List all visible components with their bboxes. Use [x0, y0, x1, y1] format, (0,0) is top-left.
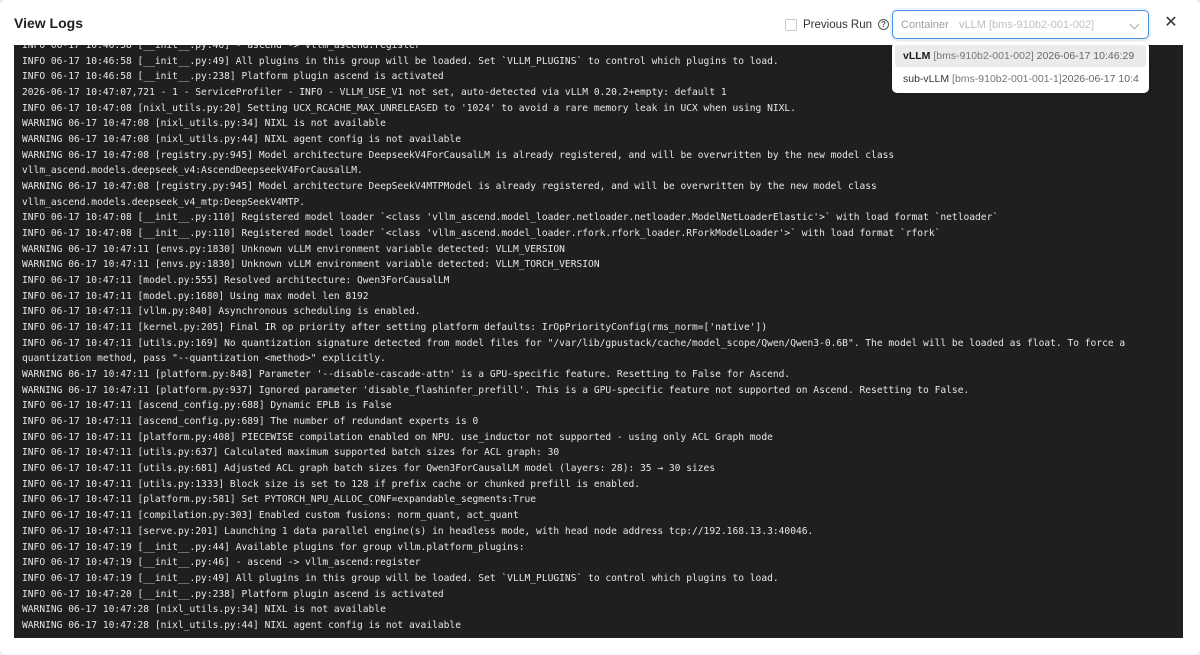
log-line: WARNING 06-17 10:47:08 [nixl_utils.py:44… — [22, 134, 461, 146]
option-pod: [bms-910b2-001-001-1] — [952, 73, 1062, 85]
close-icon[interactable]: ✕ — [1163, 15, 1179, 31]
log-line: INFO 06-17 10:47:19 [__init__.py:49] All… — [22, 572, 779, 584]
container-select-value: vLLM [bms-910b2-001-002] — [959, 19, 1094, 31]
log-line: quantization method, pass "--quantizatio… — [22, 353, 386, 365]
log-line: INFO 06-17 10:47:11 [ascend_config.py:68… — [22, 400, 392, 412]
log-line: WARNING 06-17 10:47:28 [nixl_utils.py:34… — [22, 604, 386, 616]
view-logs-dialog: View Logs Previous Run ? Container vLLM … — [0, 0, 1200, 655]
log-line: INFO 06-17 10:47:11 [utils.py:681] Adjus… — [22, 463, 716, 475]
previous-run-toggle[interactable]: Previous Run ? — [785, 17, 890, 32]
previous-run-label[interactable]: Previous Run — [803, 19, 872, 31]
log-line: INFO 06-17 10:47:11 [utils.py:637] Calcu… — [22, 447, 560, 459]
log-line: INFO 06-17 10:47:11 [ascend_config.py:68… — [22, 416, 479, 428]
container-select-pod: [bms-910b2-001-002] — [988, 19, 1095, 31]
log-line: INFO 06-17 10:47:11 [platform.py:581] Se… — [22, 494, 537, 506]
dialog-title: View Logs — [14, 15, 83, 31]
dropdown-option-vllm[interactable]: vLLM [bms-910b2-001-002] 2026-06-17 10:4… — [895, 45, 1146, 67]
log-line: INFO 06-17 10:47:11 [model.py:1680] Usin… — [22, 290, 369, 302]
dropdown-option-sub-vllm[interactable]: sub-vLLM [bms-910b2-001-001-1]2026-06-17… — [895, 68, 1146, 90]
log-line: INFO 06-17 10:47:11 [serve.py:201] Launc… — [22, 525, 814, 537]
log-line: INFO 06-17 10:47:11 [model.py:555] Resol… — [22, 275, 450, 287]
log-viewer[interactable]: INFO 06-17 10:46:58 [__init__.py:46] - a… — [14, 45, 1183, 638]
container-dropdown: vLLM [bms-910b2-001-002] 2026-06-17 10:4… — [892, 42, 1149, 93]
log-line: vllm_ascend.models.deepseek_v4:AscendDee… — [22, 165, 363, 177]
log-line: WARNING 06-17 10:47:11 [platform.py:848]… — [22, 369, 791, 381]
log-line: WARNING 06-17 10:47:08 [registry.py:945]… — [22, 181, 877, 193]
dialog-header: View Logs Previous Run ? Container vLLM … — [0, 0, 1200, 46]
option-name: sub-vLLM — [903, 73, 950, 85]
option-time: 2026-06-17 10:46:29 — [1036, 50, 1135, 62]
log-line: INFO 06-17 10:47:11 [vllm.py:840] Asynch… — [22, 306, 421, 318]
log-line: WARNING 06-17 10:47:11 [envs.py:1830] Un… — [22, 243, 565, 255]
log-line: vllm_ascend.models.deepseek_v4_mtp:DeepS… — [22, 196, 306, 208]
question-circle-icon[interactable]: ? — [878, 19, 890, 30]
previous-run-checkbox[interactable] — [785, 18, 797, 31]
log-line: INFO 06-17 10:47:11 [platform.py:408] PI… — [22, 431, 773, 443]
log-line: INFO 06-17 10:47:08 [__init__.py:110] Re… — [22, 228, 941, 240]
log-line: WARNING 06-17 10:47:11 [platform.py:937]… — [22, 384, 970, 396]
log-line: INFO 06-17 10:47:19 [__init__.py:44] Ava… — [22, 541, 525, 553]
log-line: INFO 06-17 10:47:08 [nixl_utils.py:20] S… — [22, 102, 796, 114]
log-line: INFO 06-17 10:47:11 [utils.py:169] No qu… — [22, 337, 1126, 349]
log-line: INFO 06-17 10:47:08 [__init__.py:110] Re… — [22, 212, 999, 224]
log-line: WARNING 06-17 10:47:08 [nixl_utils.py:34… — [22, 118, 386, 130]
chevron-down-icon[interactable] — [1129, 19, 1140, 30]
option-time: 2026-06-17 10:4 — [1061, 73, 1139, 85]
log-line: INFO 06-17 10:47:11 [kernel.py:205] Fina… — [22, 322, 768, 334]
option-name: vLLM — [903, 50, 931, 62]
log-line: WARNING 06-17 10:47:11 [envs.py:1830] Un… — [22, 259, 600, 271]
container-select[interactable]: Container vLLM [bms-910b2-001-002] — [892, 10, 1149, 39]
container-select-name: vLLM — [959, 19, 986, 31]
log-lines: INFO 06-17 10:46:58 [__init__.py:46] - a… — [22, 45, 1177, 634]
log-line: INFO 06-17 10:47:11 [utils.py:1333] Bloc… — [22, 478, 641, 490]
log-line: INFO 06-17 10:47:11 [compilation.py:303]… — [22, 510, 519, 522]
log-line: INFO 06-17 10:47:20 [__init__.py:238] Pl… — [22, 588, 444, 600]
log-line: WARNING 06-17 10:47:28 [nixl_utils.py:44… — [22, 619, 461, 631]
container-select-prefix: Container — [901, 19, 949, 31]
log-line: WARNING 06-17 10:47:08 [registry.py:945]… — [22, 149, 895, 161]
option-pod: [bms-910b2-001-002] — [933, 50, 1034, 62]
log-line: INFO 06-17 10:47:19 [__init__.py:46] - a… — [22, 557, 421, 569]
